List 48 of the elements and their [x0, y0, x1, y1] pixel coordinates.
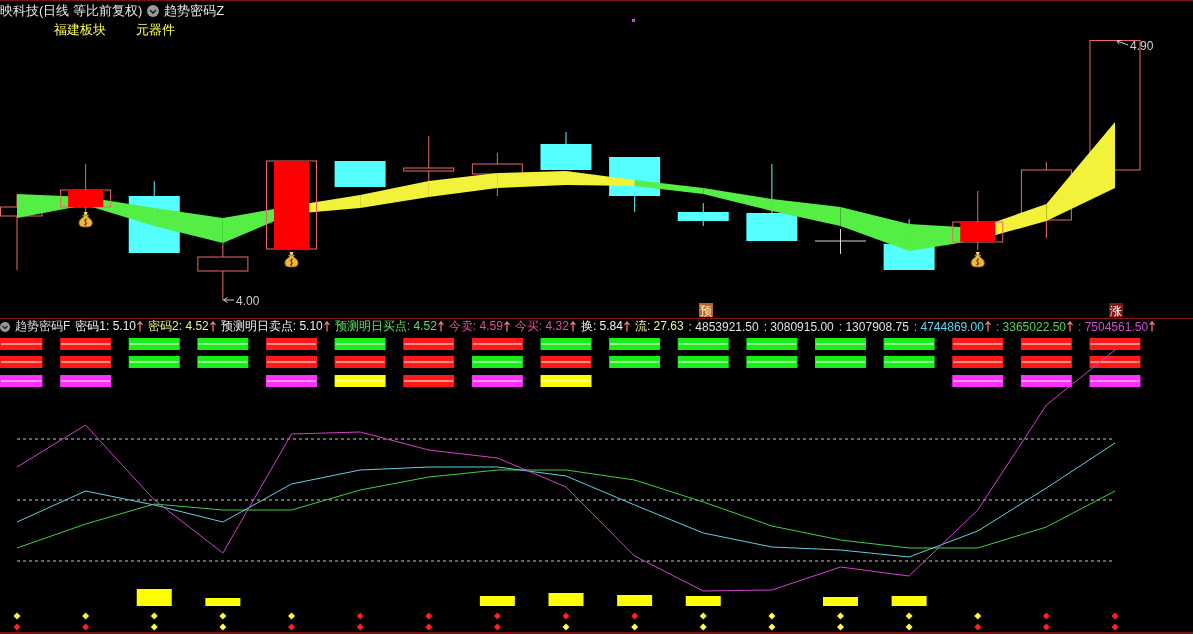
signal-badge: 预: [699, 303, 713, 318]
indicator-reading: 今卖: 4.59: [448, 318, 503, 335]
dropdown-icon[interactable]: [0, 321, 10, 332]
candle: [540, 131, 592, 170]
signal-block: [617, 595, 653, 606]
candle: [334, 161, 386, 187]
bag-icon: [78, 212, 93, 228]
candle: [677, 202, 729, 227]
indicator-reading: : 3365022.50: [995, 319, 1066, 334]
ribbon-segment: [360, 181, 429, 208]
signal-block: [891, 596, 927, 606]
signal-block: [205, 598, 241, 606]
price-label: 4.90: [1116, 40, 1154, 53]
indicator-reading: : 7504561.50: [1078, 319, 1149, 334]
indicator-reading: : 3080915.00: [763, 319, 834, 334]
signal-block: [685, 596, 721, 606]
ribbon-segment: [428, 173, 498, 197]
indicator-name: 趋势密码Z: [164, 1, 225, 20]
indicator-reading: 今买: 4.32: [514, 318, 569, 335]
indicator-reading: : 4853921.50: [688, 319, 759, 334]
marker-icon: [632, 19, 635, 22]
dropdown-icon[interactable]: [147, 4, 160, 17]
candle: [60, 163, 112, 215]
sector-label: 福建板块: [54, 21, 106, 39]
indicator-reading: 密码2: 4.52: [148, 318, 209, 335]
indicator-reading: 预测明日卖点: 5.10: [220, 318, 323, 335]
bag-icon: [284, 252, 299, 268]
ribbon-segment: [497, 171, 566, 188]
candle: [952, 190, 1004, 251]
signal-block: [479, 596, 515, 606]
indicator-reading: 流: 27.63: [634, 318, 684, 335]
indicator-reading: : 4744869.00: [913, 319, 984, 334]
signal-block: [823, 597, 858, 606]
sector-label: 元器件: [136, 21, 175, 39]
candle: [814, 228, 867, 255]
bag-icon: [970, 252, 985, 268]
ribbon-segment: [154, 208, 223, 243]
indicator-reading: : 1307908.75: [838, 319, 909, 334]
signal-block: [136, 589, 172, 606]
signal-badge: 涨: [1109, 303, 1123, 318]
ribbon-segment: [566, 171, 635, 186]
price-label: 4.00: [223, 293, 260, 308]
indicator-reading: 换: 5.84: [580, 318, 623, 335]
signal-block: [548, 593, 584, 606]
indicator-reading: 预测明日买点: 4.52: [334, 318, 437, 335]
indicator-reading: 密码1: 5.10: [75, 318, 137, 335]
stock-title: 映科技(日线 等比前复权): [0, 1, 143, 20]
indicator-name: 趋势密码F: [15, 318, 71, 335]
